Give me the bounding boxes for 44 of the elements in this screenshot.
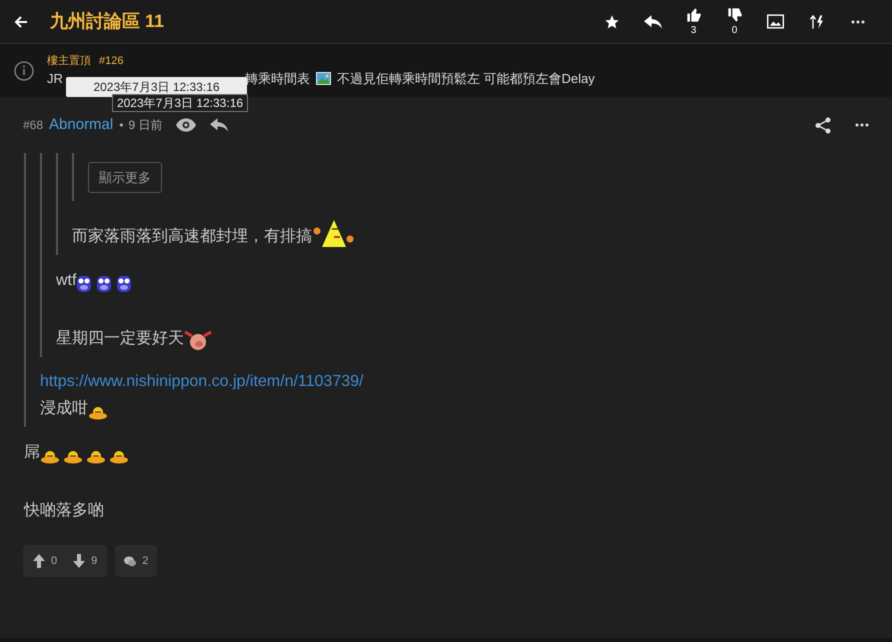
picture-icon <box>316 72 331 86</box>
downvote-icon[interactable] <box>73 554 86 568</box>
face-emoji-icon <box>116 275 132 293</box>
post-text: 浸成咁 <box>40 398 88 419</box>
timestamp-tooltip: 2023年7月3日 12:33:16 <box>112 94 248 112</box>
thread-title: 九州討論區 11 <box>50 10 164 33</box>
face-emoji-icon <box>96 275 112 293</box>
eye-icon[interactable] <box>176 118 196 132</box>
image-icon[interactable] <box>767 14 784 29</box>
reply-icon[interactable] <box>644 14 662 28</box>
post-text: 快啲落多啲 <box>24 500 104 521</box>
more-icon[interactable] <box>850 20 864 24</box>
pinned-number: #126 <box>99 54 124 70</box>
comments-icon[interactable] <box>124 556 136 566</box>
thumbs-up-icon[interactable] <box>686 6 702 22</box>
reply-count: 2 <box>142 554 148 569</box>
show-more-button[interactable]: 顯示更多 <box>88 162 162 193</box>
post-text: 星期四一定要好天 <box>56 328 184 349</box>
sort-icon[interactable] <box>808 14 824 30</box>
info-icon <box>14 60 34 80</box>
pinned-label: 樓主置頂 <box>47 54 91 70</box>
pinned-text: JR <box>47 70 63 88</box>
post-link[interactable]: https://www.nishinippon.co.jp/item/n/1103739/ <box>40 371 868 393</box>
more-icon[interactable] <box>855 123 869 127</box>
star-icon[interactable] <box>604 14 620 30</box>
post-number: #68 <box>23 117 44 134</box>
face-emoji-icon <box>76 275 92 293</box>
pinned-text: 不過見佢轉乘時間預鬆左 可能都預左會Delay <box>336 70 595 88</box>
dislike-count: 0 <box>732 24 738 36</box>
back-icon[interactable] <box>14 14 28 28</box>
separator-dot: • <box>119 117 124 134</box>
post-text: 屌 <box>24 443 40 463</box>
like-count: 3 <box>690 24 696 36</box>
downvote-count: 9 <box>91 554 98 569</box>
post-time: 9 日前 <box>128 117 162 134</box>
post-text: 而家落雨落到高速都封埋，有排搞 <box>72 226 312 247</box>
reply-icon[interactable] <box>210 118 228 132</box>
author-name[interactable]: Abnormal <box>49 114 114 136</box>
upvote-count: 0 <box>51 554 58 569</box>
share-icon[interactable] <box>815 116 831 134</box>
pig-emoji-icon <box>184 331 212 351</box>
thumbs-down-icon[interactable] <box>726 6 742 22</box>
post-text: wtf <box>56 271 76 291</box>
upvote-icon[interactable] <box>33 554 45 568</box>
